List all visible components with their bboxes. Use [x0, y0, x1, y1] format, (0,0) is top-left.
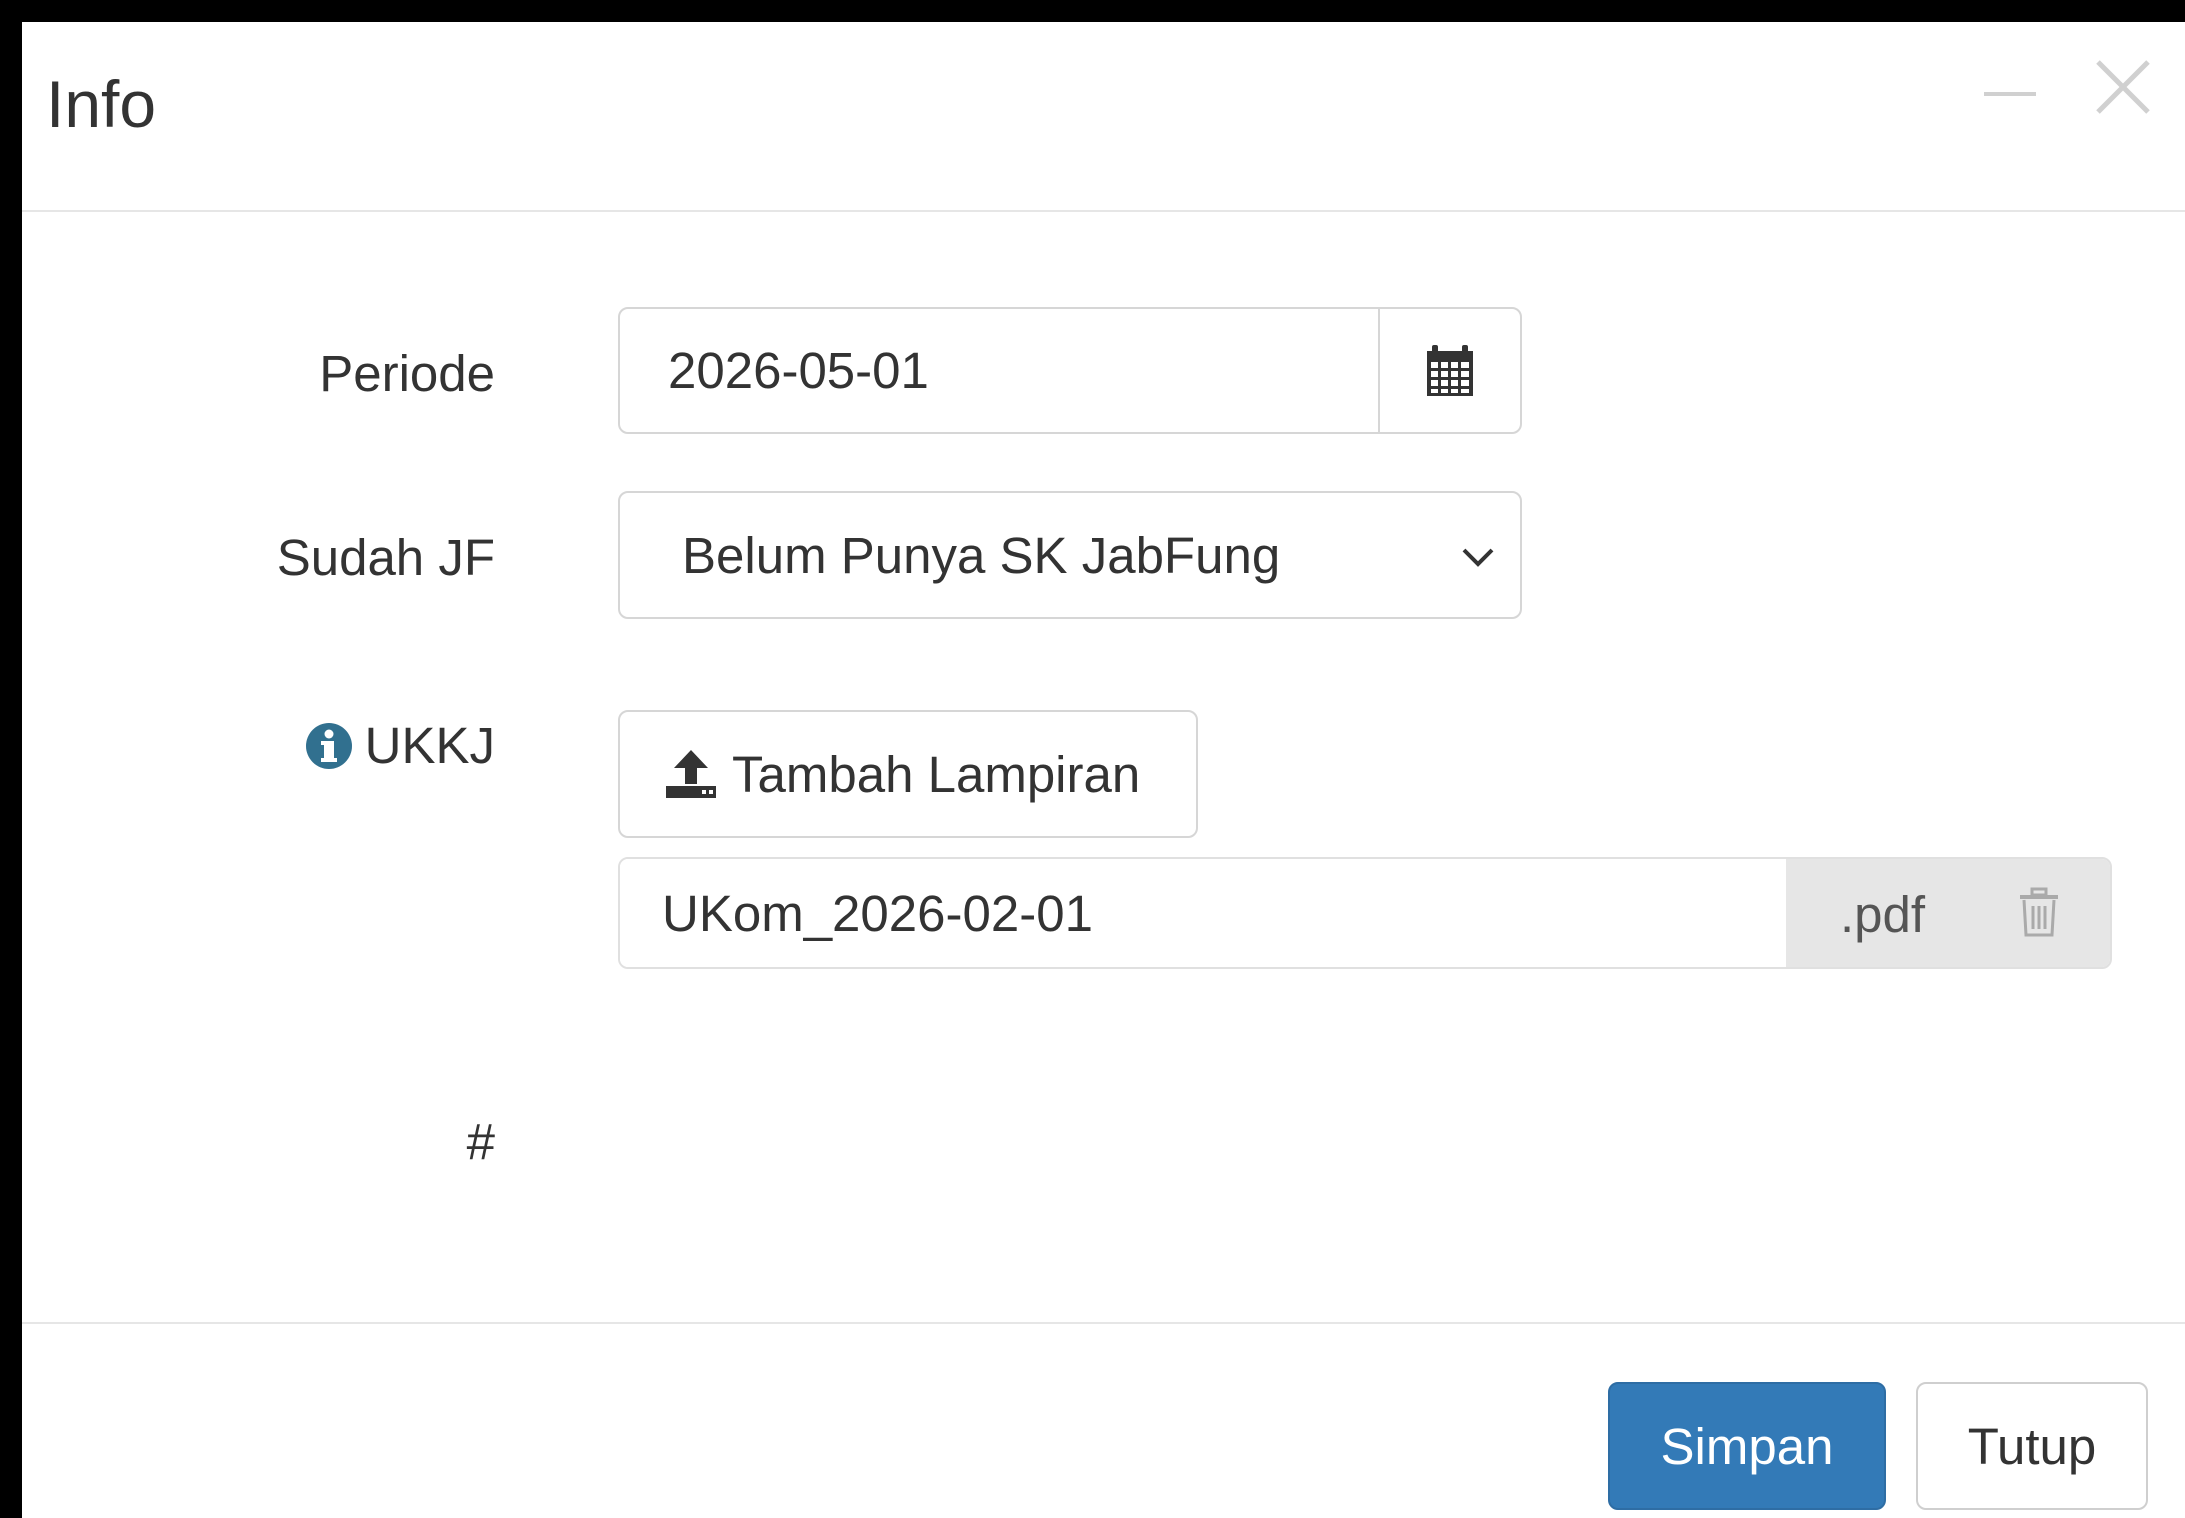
sudah-jf-selected-value: Belum Punya SK JabFung [682, 526, 1281, 584]
calendar-button[interactable] [1378, 309, 1520, 432]
save-button[interactable]: Simpan [1608, 1382, 1886, 1510]
dialog-title: Info [46, 67, 157, 141]
periode-input[interactable]: 2026-05-01 [620, 309, 1378, 432]
trash-icon[interactable] [2018, 887, 2060, 939]
hash-label: # [466, 1113, 495, 1170]
footer-divider [22, 1322, 2185, 1324]
close-button[interactable] [2088, 52, 2158, 122]
attachment-file-name[interactable]: UKom_2026-02-01 [620, 859, 1786, 967]
add-attachment-button[interactable]: Tambah Lampiran [618, 710, 1198, 838]
close-icon [2096, 60, 2150, 114]
upload-icon [666, 750, 716, 798]
close-dialog-button[interactable]: Tutup [1916, 1382, 2148, 1510]
add-attachment-label: Tambah Lampiran [732, 745, 1141, 803]
dialog-header: Info [22, 22, 2185, 212]
minimize-icon [1984, 92, 2036, 96]
attachment-file-addon: .pdf [1786, 859, 2110, 967]
info-icon[interactable] [305, 722, 353, 770]
sudah-jf-label: Sudah JF [276, 529, 495, 586]
sudah-jf-select[interactable]: Belum Punya SK JabFung [618, 491, 1522, 619]
info-dialog: Info Periode 2026-05-01 Sudah JF Belum P… [22, 22, 2185, 1518]
attachment-file-group: UKom_2026-02-01 .pdf [618, 857, 2112, 969]
periode-date-group: 2026-05-01 [618, 307, 1522, 434]
attachment-file-extension: .pdf [1840, 886, 1926, 943]
chevron-down-icon [1462, 548, 1494, 567]
minimize-button[interactable] [1982, 82, 2038, 106]
ukkj-label-group: UKKJ [305, 716, 495, 775]
periode-label: Periode [319, 345, 495, 402]
ukkj-label: UKKJ [364, 717, 495, 774]
calendar-icon [1427, 344, 1473, 396]
